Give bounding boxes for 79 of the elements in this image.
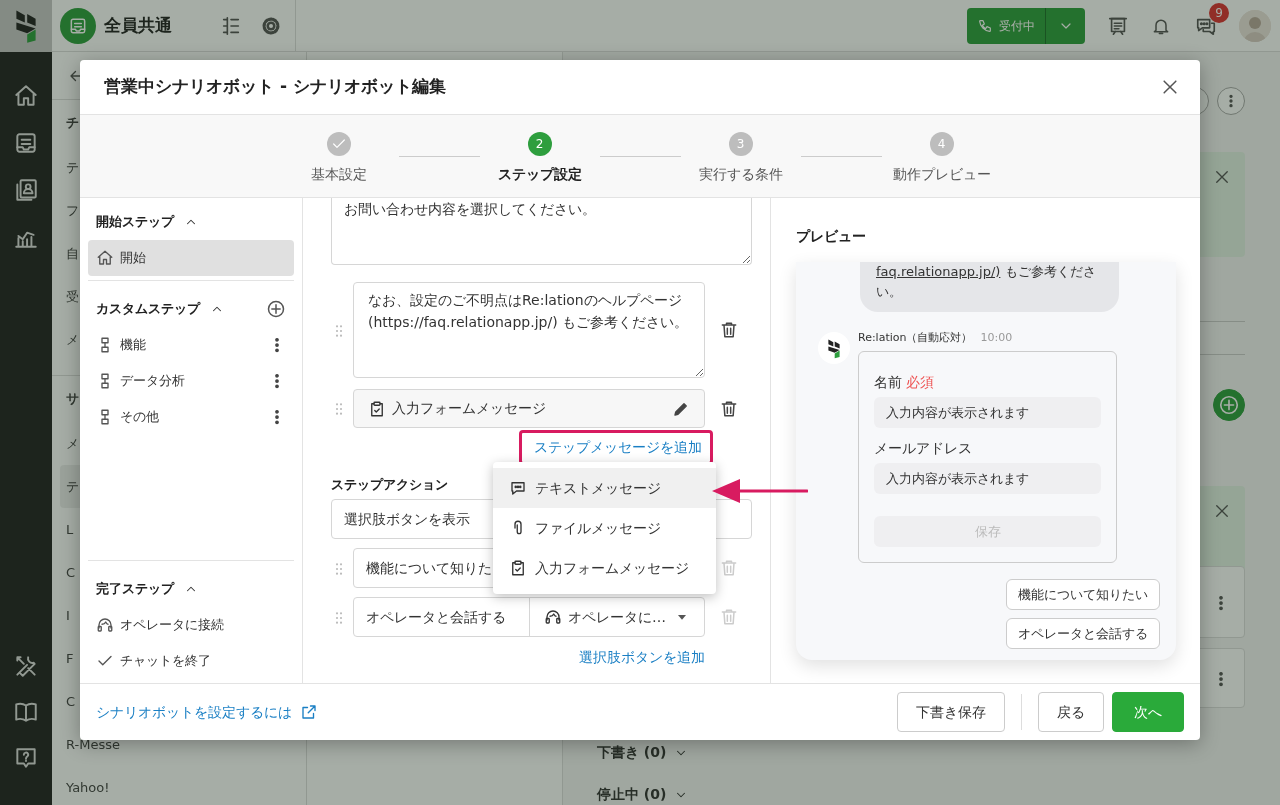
- add-button[interactable]: [1213, 389, 1245, 421]
- home-icon[interactable]: [13, 83, 39, 109]
- close-icon[interactable]: [1213, 502, 1231, 520]
- step-item[interactable]: チャットを終了: [88, 643, 294, 679]
- form-message-item[interactable]: 入力フォームメッセージ: [353, 389, 705, 428]
- step-label: ステップ設定: [497, 165, 582, 184]
- chat-icon: [509, 479, 527, 497]
- list-item[interactable]: メ: [66, 422, 79, 465]
- step-label: 実行する条件: [698, 165, 783, 184]
- notification-badge: 9: [1209, 2, 1229, 23]
- logo: [14, 8, 38, 44]
- field-label: メールアドレス: [874, 439, 973, 459]
- panel-title: プレビュー: [796, 227, 867, 246]
- plus-icon: [1218, 394, 1240, 416]
- list-item[interactable]: 自: [66, 232, 79, 275]
- secondary-button[interactable]: 下書き保存: [897, 692, 1005, 732]
- list-item[interactable]: L: [66, 508, 74, 551]
- sender-name: Re:lation（自動応対）: [858, 331, 973, 345]
- timestamp: 10:00: [980, 331, 1013, 345]
- list-item[interactable]: C: [66, 680, 76, 723]
- input-field[interactable]: 入力内容が表示されます: [874, 463, 1101, 495]
- section-heading[interactable]: 下書き (0): [597, 742, 667, 763]
- section-heading: カスタムステップ: [96, 300, 200, 319]
- step-indicator: 4: [929, 132, 954, 156]
- input-field[interactable]: 入力内容が表示されます: [874, 397, 1101, 429]
- step-item[interactable]: その他: [88, 399, 294, 435]
- dialog-title: 営業中シナリオボット - シナリオボット編集: [104, 75, 446, 99]
- step-label: 基本設定: [310, 165, 367, 184]
- section-heading: 開始ステップ: [96, 213, 174, 232]
- list-item[interactable]: テ: [66, 146, 79, 189]
- help-icon[interactable]: [13, 745, 39, 771]
- step-indicator: 2: [527, 132, 552, 156]
- phone-icon: [977, 17, 993, 34]
- list-item[interactable]: I: [66, 594, 70, 637]
- message-textarea[interactable]: お問い合わせ内容を選択してください。: [331, 198, 752, 265]
- step-item[interactable]: 開始: [88, 240, 294, 276]
- list-item[interactable]: Yahoo!: [66, 766, 110, 805]
- add-icon[interactable]: [266, 299, 286, 319]
- inbox-icon[interactable]: [13, 130, 39, 156]
- choice-button[interactable]: 機能について知りたい: [1006, 579, 1160, 611]
- message-textarea[interactable]: なお、設定のご不明点はRe:lationのヘルプページ(https://faq.relationapp.jp/) もご参考ください。: [353, 282, 705, 378]
- step-item[interactable]: オペレータに接続: [88, 607, 294, 643]
- step-item[interactable]: 機能: [88, 327, 294, 363]
- step-item[interactable]: データ分析: [88, 363, 294, 399]
- menu-item[interactable]: ファイルメッセージ: [493, 508, 716, 548]
- menu-item[interactable]: テキストメッセージ: [493, 468, 716, 508]
- link[interactable]: faq.relationapp.jp/): [876, 264, 1001, 279]
- section-heading: チ: [66, 114, 79, 133]
- workspace-title: 全員共通: [104, 13, 172, 37]
- section-heading[interactable]: 停止中 (0): [597, 784, 667, 805]
- message-bubble: faq.relationapp.jp/) もご参考ください。: [860, 262, 1119, 313]
- field-label: ステップアクション: [331, 476, 448, 494]
- secondary-button[interactable]: 戻る: [1038, 692, 1104, 732]
- logo-icon: [827, 337, 841, 359]
- status-dropdown-button[interactable]: [1045, 7, 1085, 44]
- home-icon: [96, 249, 114, 267]
- list-item[interactable]: 受: [66, 275, 79, 318]
- section-heading: 完了ステップ: [96, 580, 174, 599]
- operator-icon: [96, 616, 114, 634]
- section-heading: サ: [66, 390, 79, 409]
- field-label: 名前 必須: [874, 373, 936, 393]
- choice-button[interactable]: オペレータと会話する: [1006, 618, 1160, 650]
- list-item[interactable]: F: [66, 637, 74, 680]
- add-message-link[interactable]: ステップメッセージを追加: [534, 439, 702, 455]
- close-icon[interactable]: [1213, 168, 1231, 186]
- list-item[interactable]: C: [66, 551, 76, 594]
- help-link[interactable]: シナリオボットを設定するには: [96, 701, 318, 723]
- tools-icon[interactable]: [13, 653, 39, 679]
- list-item[interactable]: フ: [66, 189, 79, 232]
- add-choice-link[interactable]: 選択肢ボタンを追加: [579, 647, 705, 668]
- step-label: 動作プレビュー: [892, 165, 991, 184]
- clipboard-icon: [509, 559, 527, 577]
- more-button[interactable]: [1217, 87, 1245, 115]
- contacts-icon[interactable]: [13, 177, 39, 203]
- list-item[interactable]: メ: [66, 318, 79, 361]
- clipboard-icon: [368, 399, 386, 418]
- hierarchy-icon[interactable]: [220, 14, 242, 37]
- step-indicator: 3: [728, 132, 753, 156]
- external-link-icon: [300, 703, 318, 721]
